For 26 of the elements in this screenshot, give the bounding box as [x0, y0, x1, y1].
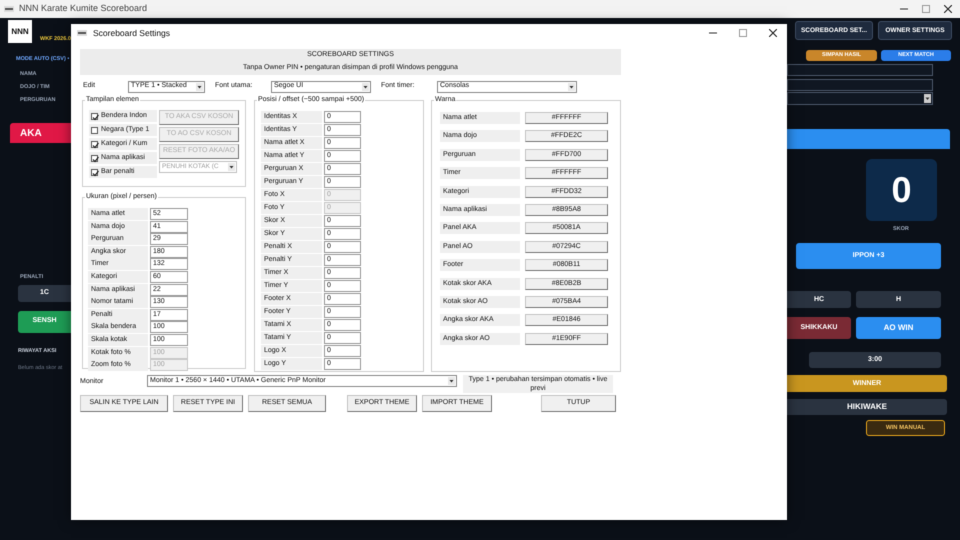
checkbox[interactable]: [91, 126, 98, 134]
caret-icon[interactable]: [362, 82, 369, 90]
caret-icon[interactable]: [568, 82, 575, 90]
caret-icon[interactable]: [924, 94, 931, 103]
aka-bar: AKA: [10, 123, 71, 144]
maximize-icon[interactable]: [922, 5, 930, 13]
caret-icon[interactable]: [448, 377, 455, 385]
checkbox[interactable]: [91, 168, 98, 176]
input-field[interactable]: [787, 79, 933, 91]
input-field[interactable]: [787, 64, 933, 76]
window-title: NNN Karate Kumite Scoreboard: [19, 2, 148, 16]
check-icon: [92, 114, 99, 120]
checkbox[interactable]: [91, 154, 98, 162]
close-icon[interactable]: [769, 29, 777, 37]
app-icon: [77, 30, 87, 36]
checkbox[interactable]: [91, 112, 98, 120]
app-icon: [4, 6, 14, 12]
caret-icon[interactable]: [196, 82, 203, 90]
hikiwake-button[interactable]: HIKIWAKE: [787, 399, 947, 416]
dialog-title: Scoreboard Settings: [93, 26, 170, 40]
close-icon[interactable]: [944, 5, 952, 13]
dropdown-field[interactable]: [787, 92, 933, 105]
maximize-icon[interactable]: [739, 29, 747, 37]
checkbox[interactable]: [91, 140, 98, 148]
logo: NNN: [8, 20, 32, 43]
score-box: 0: [866, 159, 937, 221]
